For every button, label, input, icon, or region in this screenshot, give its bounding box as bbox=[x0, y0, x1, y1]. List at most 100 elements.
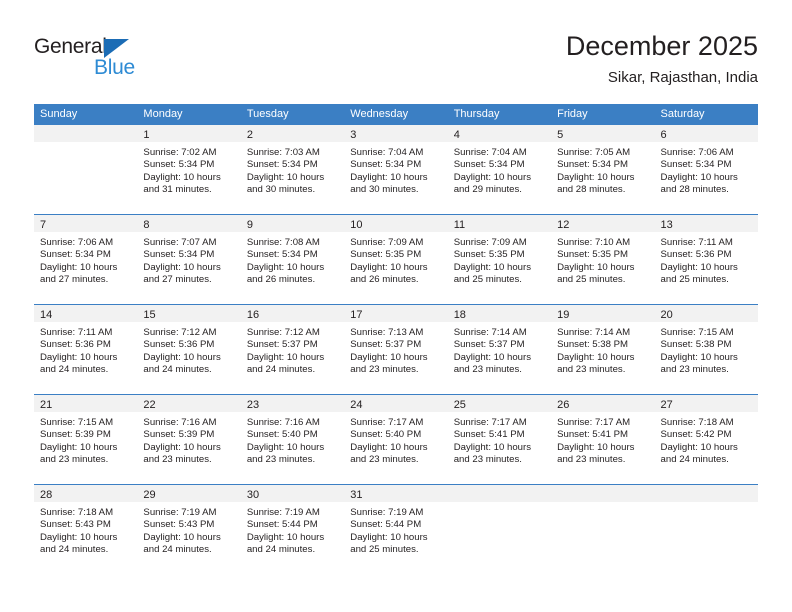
weekday-header-sunday: Sunday bbox=[40, 108, 78, 120]
day-detail-line: Sunset: 5:43 PM bbox=[143, 519, 215, 531]
calendar-day-cell[interactable]: 7 Sunrise: 7:06 AM Sunset: 5:34 PM Daylight… bbox=[34, 215, 138, 304]
day-detail-line: Sunset: 5:34 PM bbox=[246, 159, 318, 171]
calendar-day-cell[interactable]: 6 Sunrise: 7:06 AM Sunset: 5:34 PM Daylight… bbox=[654, 125, 758, 214]
day-detail-line: and 30 minutes. bbox=[350, 184, 419, 196]
day-detail-line: and 30 minutes. bbox=[246, 184, 316, 196]
calendar-day-cell[interactable]: 1 Sunrise: 7:02 AM Sunset: 5:34 PM Daylight… bbox=[137, 125, 241, 214]
calendar-cell-empty bbox=[654, 485, 758, 574]
day-details: Sunrise: 7:05 AM Sunset: 5:34 PM Daylight:… bbox=[551, 142, 654, 197]
brand-logo[interactable]: General Blue bbox=[34, 36, 154, 82]
day-detail-line: Sunset: 5:35 PM bbox=[453, 249, 525, 261]
calendar-day-cell[interactable]: 31 Sunrise: 7:19 AM Sunset: 5:44 PM Dayligh… bbox=[344, 485, 448, 574]
day-number: 18 bbox=[453, 309, 466, 321]
day-number-strip bbox=[654, 485, 758, 502]
calendar-day-cell[interactable]: 5 Sunrise: 7:05 AM Sunset: 5:34 PM Daylight… bbox=[551, 125, 655, 214]
calendar-day-cell[interactable]: 30 Sunrise: 7:19 AM Sunset: 5:44 PM Dayligh… bbox=[240, 485, 345, 574]
day-detail-line: Sunset: 5:34 PM bbox=[660, 159, 732, 171]
calendar-weeks: 1 Sunrise: 7:02 AM Sunset: 5:34 PM Daylight… bbox=[34, 125, 758, 574]
day-details: Sunrise: 7:02 AM Sunset: 5:34 PM Daylight:… bbox=[137, 142, 240, 197]
calendar-day-cell[interactable]: 2 Sunrise: 7:03 AM Sunset: 5:34 PM Daylight… bbox=[240, 125, 345, 214]
day-number-strip: 18 bbox=[447, 305, 552, 322]
weekday-header-friday: Friday bbox=[557, 108, 588, 120]
day-number: 24 bbox=[350, 399, 363, 411]
calendar-day-cell[interactable]: 14 Sunrise: 7:11 AM Sunset: 5:36 PM Dayligh… bbox=[34, 305, 138, 394]
calendar-day-cell[interactable]: 12 Sunrise: 7:10 AM Sunset: 5:35 PM Dayligh… bbox=[551, 215, 655, 304]
calendar-day-cell[interactable]: 10 Sunrise: 7:09 AM Sunset: 5:35 PM Dayligh… bbox=[344, 215, 448, 304]
calendar-day-cell[interactable]: 29 Sunrise: 7:19 AM Sunset: 5:43 PM Dayligh… bbox=[137, 485, 241, 574]
calendar-day-cell[interactable]: 24 Sunrise: 7:17 AM Sunset: 5:40 PM Dayligh… bbox=[344, 395, 448, 484]
day-detail-line: Daylight: 10 hours bbox=[453, 351, 532, 363]
weekday-header-thursday: Thursday bbox=[453, 108, 500, 120]
day-detail-line: Sunrise: 7:02 AM bbox=[143, 147, 217, 158]
calendar-day-cell[interactable]: 20 Sunrise: 7:15 AM Sunset: 5:38 PM Dayligh… bbox=[654, 305, 758, 394]
day-detail-line: and 23 minutes. bbox=[557, 454, 626, 466]
day-number: 6 bbox=[660, 129, 667, 141]
calendar-day-cell[interactable]: 18 Sunrise: 7:14 AM Sunset: 5:37 PM Dayligh… bbox=[447, 305, 552, 394]
day-detail-line: Sunset: 5:35 PM bbox=[557, 249, 629, 261]
calendar-day-cell[interactable]: 8 Sunrise: 7:07 AM Sunset: 5:34 PM Daylight… bbox=[137, 215, 241, 304]
day-number-strip: 13 bbox=[654, 215, 758, 232]
calendar-day-cell[interactable]: 21 Sunrise: 7:15 AM Sunset: 5:39 PM Dayligh… bbox=[34, 395, 138, 484]
day-number-strip: 26 bbox=[551, 395, 655, 412]
day-detail-line: Sunrise: 7:12 AM bbox=[143, 327, 217, 338]
day-details: Sunrise: 7:19 AM Sunset: 5:43 PM Daylight:… bbox=[137, 502, 240, 557]
day-detail-line: Sunrise: 7:16 AM bbox=[246, 417, 320, 428]
day-detail-line: Daylight: 10 hours bbox=[350, 531, 428, 543]
day-details: Sunrise: 7:17 AM Sunset: 5:41 PM Daylight:… bbox=[448, 412, 551, 467]
calendar-day-cell[interactable]: 4 Sunrise: 7:04 AM Sunset: 5:34 PM Daylight… bbox=[447, 125, 552, 214]
day-number-strip: 4 bbox=[447, 125, 552, 142]
day-detail-line: Sunrise: 7:06 AM bbox=[660, 147, 734, 158]
day-number-strip: 10 bbox=[344, 215, 448, 232]
day-detail-line: and 23 minutes. bbox=[660, 364, 729, 376]
calendar-day-cell[interactable]: 23 Sunrise: 7:16 AM Sunset: 5:40 PM Dayligh… bbox=[240, 395, 345, 484]
day-details: Sunrise: 7:15 AM Sunset: 5:38 PM Daylight:… bbox=[655, 322, 758, 377]
day-detail-line: Sunrise: 7:04 AM bbox=[453, 147, 527, 158]
calendar-day-cell[interactable]: 16 Sunrise: 7:12 AM Sunset: 5:37 PM Dayligh… bbox=[240, 305, 345, 394]
day-details: Sunrise: 7:19 AM Sunset: 5:44 PM Daylight:… bbox=[344, 502, 447, 557]
day-detail-line: Sunrise: 7:11 AM bbox=[660, 237, 733, 248]
calendar-day-cell[interactable]: 22 Sunrise: 7:16 AM Sunset: 5:39 PM Dayligh… bbox=[137, 395, 241, 484]
day-number-strip: 21 bbox=[34, 395, 138, 412]
day-detail-line: Daylight: 10 hours bbox=[557, 171, 635, 183]
calendar-day-cell[interactable]: 13 Sunrise: 7:11 AM Sunset: 5:36 PM Dayligh… bbox=[654, 215, 758, 304]
calendar-day-cell[interactable]: 25 Sunrise: 7:17 AM Sunset: 5:41 PM Dayligh… bbox=[447, 395, 552, 484]
calendar-day-cell[interactable]: 11 Sunrise: 7:09 AM Sunset: 5:35 PM Dayligh… bbox=[447, 215, 552, 304]
day-detail-line: Daylight: 10 hours bbox=[143, 531, 221, 543]
calendar-week-cells: 21 Sunrise: 7:15 AM Sunset: 5:39 PM Dayligh… bbox=[34, 395, 758, 484]
day-details bbox=[448, 502, 551, 507]
day-detail-line: Daylight: 10 hours bbox=[40, 531, 118, 543]
day-detail-line: Sunrise: 7:19 AM bbox=[246, 507, 320, 518]
day-detail-line: Sunrise: 7:19 AM bbox=[350, 507, 424, 518]
day-details: Sunrise: 7:09 AM Sunset: 5:35 PM Daylight:… bbox=[344, 232, 447, 287]
day-detail-line: Sunset: 5:40 PM bbox=[350, 429, 422, 441]
calendar-day-cell[interactable]: 28 Sunrise: 7:18 AM Sunset: 5:43 PM Dayligh… bbox=[34, 485, 138, 574]
calendar-day-cell[interactable]: 27 Sunrise: 7:18 AM Sunset: 5:42 PM Dayligh… bbox=[654, 395, 758, 484]
day-detail-line: and 26 minutes. bbox=[246, 274, 316, 286]
day-number-strip: 11 bbox=[447, 215, 552, 232]
day-detail-line: Sunset: 5:41 PM bbox=[453, 429, 525, 441]
day-detail-line: Daylight: 10 hours bbox=[453, 171, 532, 183]
calendar-day-cell[interactable]: 3 Sunrise: 7:04 AM Sunset: 5:34 PM Daylight… bbox=[344, 125, 448, 214]
day-number: 27 bbox=[660, 399, 673, 411]
day-number-strip: 15 bbox=[137, 305, 241, 322]
day-number: 4 bbox=[453, 129, 460, 141]
day-detail-line: Daylight: 10 hours bbox=[143, 441, 221, 453]
day-detail-line: Daylight: 10 hours bbox=[246, 441, 325, 453]
calendar-day-cell[interactable]: 15 Sunrise: 7:12 AM Sunset: 5:36 PM Dayligh… bbox=[137, 305, 241, 394]
calendar-day-cell[interactable]: 17 Sunrise: 7:13 AM Sunset: 5:37 PM Dayligh… bbox=[344, 305, 448, 394]
day-detail-line: Sunset: 5:42 PM bbox=[660, 429, 732, 441]
day-detail-line: Sunset: 5:38 PM bbox=[557, 339, 629, 351]
day-detail-line: Sunrise: 7:14 AM bbox=[453, 327, 527, 338]
calendar-week-row: 14 Sunrise: 7:11 AM Sunset: 5:36 PM Dayligh… bbox=[34, 304, 758, 394]
day-details: Sunrise: 7:12 AM Sunset: 5:37 PM Daylight:… bbox=[241, 322, 344, 377]
calendar-day-cell[interactable]: 19 Sunrise: 7:14 AM Sunset: 5:38 PM Dayligh… bbox=[551, 305, 655, 394]
day-detail-line: Sunset: 5:34 PM bbox=[557, 159, 629, 171]
calendar-day-cell[interactable]: 9 Sunrise: 7:08 AM Sunset: 5:34 PM Daylight… bbox=[240, 215, 345, 304]
calendar-week-cells: 28 Sunrise: 7:18 AM Sunset: 5:43 PM Dayligh… bbox=[34, 485, 758, 574]
day-detail-line: and 26 minutes. bbox=[350, 274, 419, 286]
calendar-day-cell[interactable]: 26 Sunrise: 7:17 AM Sunset: 5:41 PM Dayligh… bbox=[551, 395, 655, 484]
day-detail-line: Sunrise: 7:14 AM bbox=[557, 327, 631, 338]
day-detail-line: Sunrise: 7:15 AM bbox=[40, 417, 114, 428]
day-detail-line: Daylight: 10 hours bbox=[40, 351, 118, 363]
day-detail-line: and 31 minutes. bbox=[143, 184, 212, 196]
